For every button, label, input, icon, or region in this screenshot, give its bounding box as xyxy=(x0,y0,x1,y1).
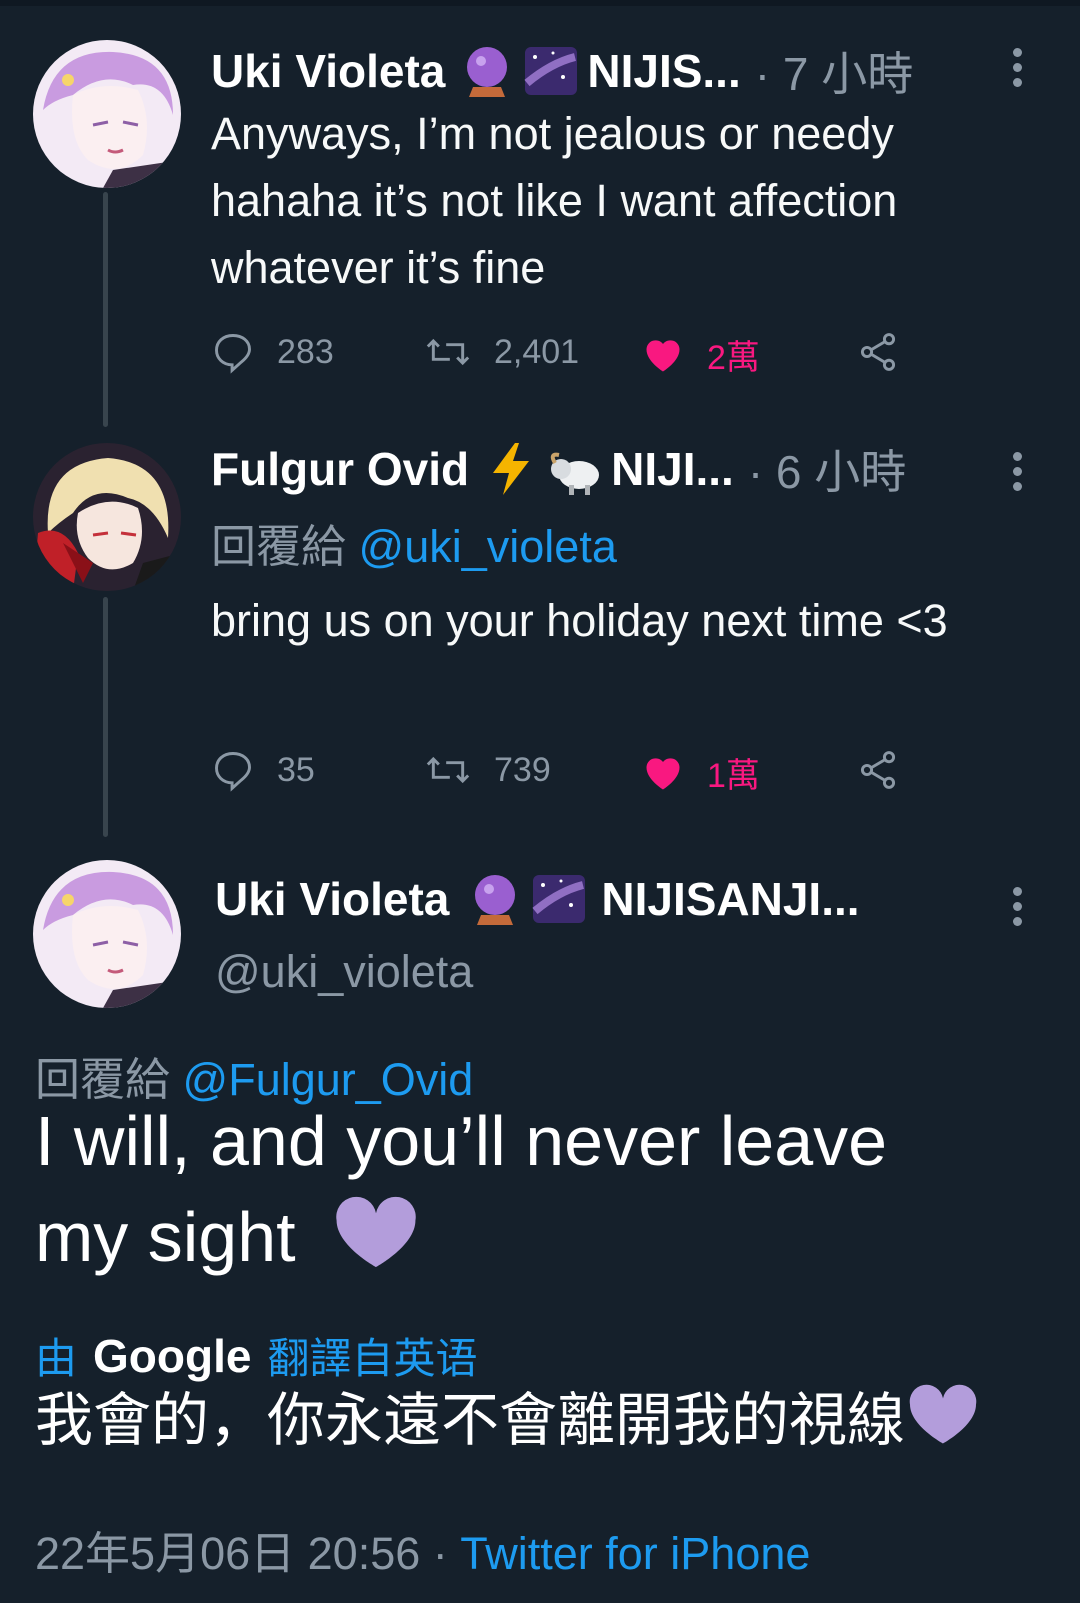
author-name[interactable]: Fulgur Ovid xyxy=(211,442,469,496)
tweet-time[interactable]: · 6 小時 xyxy=(748,436,906,502)
main-tweet-header: Uki Violeta NIJISANJI... xyxy=(215,871,860,927)
reply-count: 35 xyxy=(277,750,315,789)
purple-heart-icon xyxy=(336,1196,416,1268)
retweet-icon xyxy=(426,338,470,366)
author-name[interactable]: Uki Violeta xyxy=(211,44,445,98)
heart-filled-icon xyxy=(646,339,680,371)
group-name-truncated: NIJIS... xyxy=(587,45,741,97)
translated-text-row: 我會的，你永遠不會離開我的視線 xyxy=(35,1373,979,1457)
reply-count: 283 xyxy=(277,332,334,371)
more-options-icon[interactable] xyxy=(1013,887,1025,926)
reply-prefix: 回覆給 xyxy=(211,521,347,572)
tweet-text: bring us on your holiday next time <3 xyxy=(211,595,948,646)
group-name-truncated: NIJI... xyxy=(611,443,734,495)
avatar-uki-violeta[interactable] xyxy=(33,860,181,1008)
thread-connector xyxy=(103,192,108,427)
author-name[interactable]: Uki Violeta xyxy=(215,872,449,926)
avatar-fulgur-ovid[interactable] xyxy=(33,443,181,591)
author-handle[interactable]: @uki_violeta xyxy=(215,946,473,998)
crystal-ball-icon xyxy=(459,43,515,99)
client-link[interactable]: Twitter for iPhone xyxy=(460,1528,810,1579)
reply-icon xyxy=(215,752,251,792)
heart-filled-icon xyxy=(646,757,680,789)
like-count: 2萬 xyxy=(707,339,760,377)
thread-connector xyxy=(103,597,108,837)
more-options-icon[interactable] xyxy=(1013,48,1025,87)
tweet-timestamp: 22年5月06日 20:56 · Twitter for iPhone xyxy=(35,1517,810,1582)
ram-icon xyxy=(547,441,603,497)
separator: · xyxy=(420,1528,461,1579)
tweet-date[interactable]: 22年5月06日 20:56 xyxy=(35,1528,420,1579)
retweet-button[interactable]: 2,401 xyxy=(424,330,579,374)
tweet-header: Fulgur Ovid NIJI... · 6 小時 xyxy=(211,436,906,502)
avatar-uki-violeta[interactable] xyxy=(33,40,181,188)
retweet-button[interactable]: 739 xyxy=(424,748,551,792)
tweet-header: Uki Violeta NIJIS... · 7 小時 xyxy=(211,38,913,104)
like-button[interactable]: 1萬 xyxy=(641,748,760,797)
retweet-count: 739 xyxy=(494,750,551,789)
retweet-count: 2,401 xyxy=(494,332,580,371)
translated-text: 我會的，你永遠不會離開我的視線 xyxy=(35,1388,906,1453)
tweet-time[interactable]: · 7 小時 xyxy=(755,38,913,104)
reply-icon xyxy=(215,334,251,374)
tweet-text: I will, and you’ll never leave my sight xyxy=(35,1102,888,1276)
main-tweet-text: I will, and you’ll never leave my sight xyxy=(35,1093,995,1285)
reply-button[interactable]: 283 xyxy=(211,330,334,374)
purple-heart-icon xyxy=(909,1384,977,1444)
share-icon xyxy=(860,751,896,789)
group-name-truncated: NIJISANJI... xyxy=(601,873,860,925)
top-divider xyxy=(0,0,1080,6)
crystal-ball-icon xyxy=(467,871,523,927)
lightning-icon xyxy=(483,441,539,497)
tweet-text: Anyways, I’m not jealous or needy hahaha… xyxy=(211,108,898,293)
reply-handle-link[interactable]: @uki_violeta xyxy=(359,521,617,572)
reply-button[interactable]: 35 xyxy=(211,748,315,792)
replying-to: 回覆給 @uki_violeta xyxy=(211,510,617,575)
more-options-icon[interactable] xyxy=(1013,452,1025,491)
like-button[interactable]: 2萬 xyxy=(641,330,760,379)
share-button[interactable] xyxy=(856,748,922,792)
like-count: 1萬 xyxy=(707,757,760,795)
milky-way-icon xyxy=(531,871,587,927)
retweet-icon xyxy=(426,756,470,784)
share-button[interactable] xyxy=(856,330,922,374)
milky-way-icon xyxy=(523,43,579,99)
share-icon xyxy=(860,333,896,371)
